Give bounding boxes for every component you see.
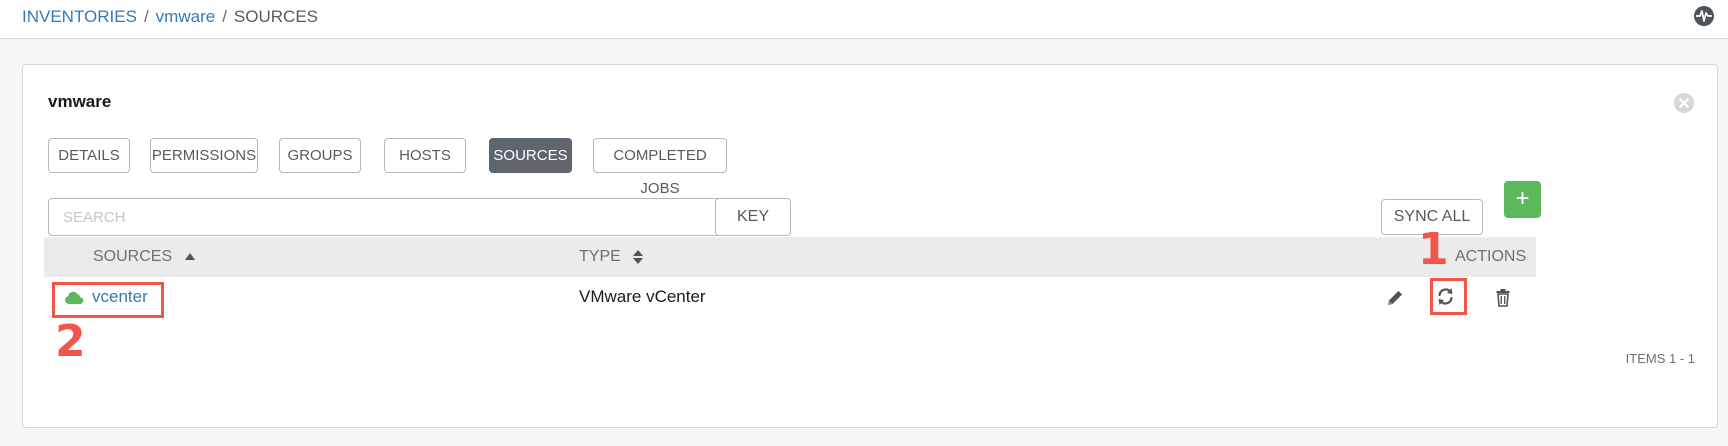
source-type: VMware vCenter <box>579 287 706 306</box>
tab-permissions[interactable]: PERMISSIONS <box>150 138 258 173</box>
tab-details[interactable]: DETAILS <box>48 138 130 173</box>
column-header-type-label: TYPE <box>579 248 621 265</box>
sort-icon <box>633 249 644 264</box>
trash-icon[interactable] <box>1493 288 1513 308</box>
breadcrumb-vmware[interactable]: vmware <box>156 7 216 26</box>
tab-sources[interactable]: SOURCES <box>489 138 572 173</box>
annotation-number-2: 2 <box>55 316 86 367</box>
breadcrumb-separator: / <box>143 7 149 26</box>
close-icon[interactable] <box>1673 92 1695 114</box>
search-box <box>48 198 764 236</box>
sort-ascending-icon <box>184 252 195 260</box>
activity-stream-icon[interactable] <box>1693 5 1715 27</box>
inventory-panel: vmware DETAILS PERMISSIONS GROUPS HOSTS … <box>22 64 1718 428</box>
annotation-box-2 <box>52 282 164 318</box>
breadcrumb: INVENTORIES / vmware / SOURCES <box>22 6 318 28</box>
annotation-number-1: 1 <box>1418 224 1449 275</box>
column-header-sources[interactable]: SOURCES <box>93 237 195 277</box>
add-source-button[interactable]: + <box>1504 181 1541 218</box>
column-header-type[interactable]: TYPE <box>579 237 644 277</box>
annotation-box-1 <box>1430 278 1467 315</box>
items-count: ITEMS 1 - 1 <box>1625 351 1695 366</box>
top-bar: INVENTORIES / vmware / SOURCES <box>0 0 1728 39</box>
breadcrumb-inventories[interactable]: INVENTORIES <box>22 7 137 26</box>
column-header-actions: ACTIONS <box>1455 248 1527 265</box>
tab-groups[interactable]: GROUPS <box>279 138 361 173</box>
breadcrumb-sources: SOURCES <box>233 7 318 26</box>
table-header: SOURCES TYPE ACTIONS <box>44 237 1536 277</box>
tab-hosts[interactable]: HOSTS <box>384 138 466 173</box>
column-header-sources-label: SOURCES <box>93 248 173 265</box>
key-button[interactable]: KEY <box>715 198 791 236</box>
panel-title: vmware <box>48 92 112 111</box>
search-input[interactable] <box>49 199 723 235</box>
breadcrumb-separator: / <box>222 7 227 26</box>
tab-completed-jobs[interactable]: COMPLETED JOBS <box>593 138 727 197</box>
pencil-icon[interactable] <box>1385 288 1405 308</box>
